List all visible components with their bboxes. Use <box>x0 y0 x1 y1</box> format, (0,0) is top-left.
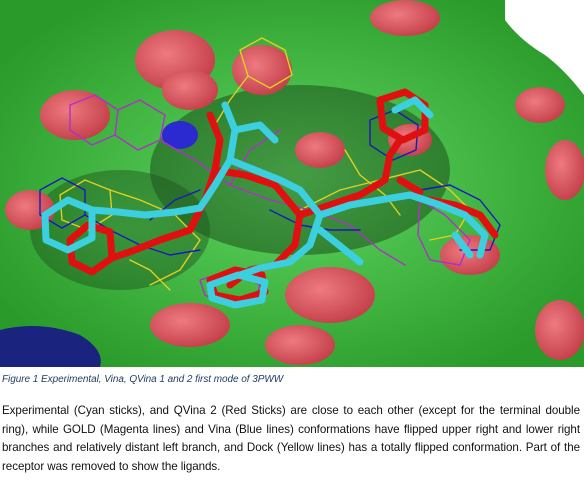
molecular-surface-image <box>0 0 584 367</box>
figure-caption: Figure 1 Experimental, Vina, QVina 1 and… <box>2 374 284 385</box>
figure-description: Experimental (Cyan sticks), and QVina 2 … <box>2 404 580 473</box>
docking-figure <box>0 0 584 367</box>
